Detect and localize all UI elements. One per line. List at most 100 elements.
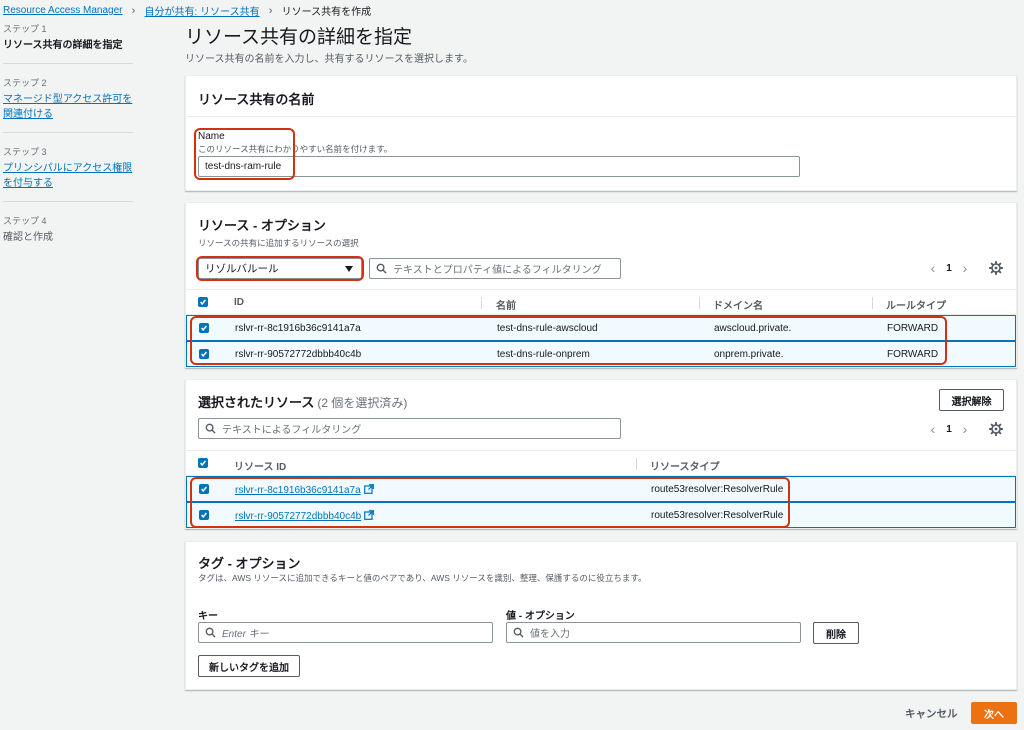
chevron-left-icon[interactable]: ‹ <box>926 421 940 437</box>
column-header-domain[interactable]: ドメイン名 <box>713 297 763 312</box>
row-checkbox[interactable] <box>199 510 209 520</box>
panel-title: リソース共有の名前 <box>198 92 315 107</box>
page-number[interactable]: 1 <box>942 263 956 274</box>
tag-value-placeholder: 値を入力 <box>530 629 570 640</box>
search-icon <box>205 627 216 638</box>
name-input[interactable]: test-dns-ram-rule <box>198 156 800 177</box>
divider <box>186 116 1016 117</box>
panel-subtitle: タグは、AWS リソースに追加できるキーと値のペアであり、AWS リソースを識別… <box>198 573 647 583</box>
table-row[interactable]: rslvr-rr-8c1916b36c9141a7a route53resolv… <box>186 476 1016 502</box>
breadcrumb-link-ram[interactable]: Resource Access Manager <box>3 5 123 16</box>
column-divider <box>481 297 482 309</box>
row-checkbox[interactable] <box>199 484 209 494</box>
column-header-resource-type[interactable]: リソースタイプ <box>650 458 720 473</box>
wizard-steps: ステップ 1 リソース共有の詳細を指定 ステップ 2 マネージド型アクセス許可を… <box>3 22 133 267</box>
external-link-icon <box>363 484 374 494</box>
remove-tag-button[interactable]: 削除 <box>813 622 859 644</box>
cell-name: test-dns-rule-awscloud <box>497 323 598 334</box>
wizard-step-4: ステップ 4 確認と作成 <box>3 214 133 255</box>
tag-key-placeholder: Enter キー <box>222 629 269 640</box>
cell-rule-type: FORWARD <box>887 323 939 334</box>
tag-value-input[interactable]: 値を入力 <box>506 622 801 643</box>
resource-link[interactable]: rslvr-rr-8c1916b36c9141a7a <box>235 485 361 496</box>
cell-rule-type: FORWARD <box>887 349 939 360</box>
panel-title: 選択されたリソース <box>198 395 315 410</box>
wizard-step-2: ステップ 2 マネージド型アクセス許可を関連付ける <box>3 76 133 133</box>
column-header-id[interactable]: ID <box>234 297 244 308</box>
filter-placeholder: テキストによるフィルタリング <box>222 425 362 436</box>
table-row[interactable]: rslvr-rr-90572772dbbb40c4b test-dns-rule… <box>186 341 1016 367</box>
name-input-value: test-dns-ram-rule <box>205 161 282 172</box>
deselect-button[interactable]: 選択解除 <box>939 389 1004 411</box>
selected-table-header: リソース ID リソースタイプ <box>186 450 1016 476</box>
cell-name: test-dns-rule-onprem <box>497 349 590 360</box>
gear-icon[interactable] <box>989 422 1003 436</box>
cell-id: rslvr-rr-90572772dbbb40c4b <box>235 349 362 360</box>
gear-icon[interactable] <box>989 261 1003 275</box>
breadcrumb-current: リソース共有を作成 <box>281 7 372 18</box>
cell-domain: onprem.private. <box>714 349 784 360</box>
name-panel: リソース共有の名前 Name このリソース共有にわかりやすい名前を付けます。 t… <box>185 75 1017 191</box>
step-number: ステップ 2 <box>3 78 47 88</box>
step-label-review: 確認と作成 <box>3 232 53 243</box>
page-description: リソース共有の名前を入力し、共有するリソースを選択します。 <box>185 54 473 65</box>
table-row[interactable]: rslvr-rr-90572772dbbb40c4b route53resolv… <box>186 502 1016 528</box>
column-divider <box>699 297 700 309</box>
tag-key-input[interactable]: Enter キー <box>198 622 493 643</box>
chevron-left-icon[interactable]: ‹ <box>926 260 940 276</box>
search-icon <box>205 423 216 434</box>
row-checkbox[interactable] <box>199 349 209 359</box>
tag-key-label: キー <box>198 611 218 622</box>
chevron-right-icon: › <box>268 4 273 17</box>
breadcrumb-link-shared-by-me[interactable]: 自分が共有: リソース共有 <box>145 3 260 18</box>
resource-filter-input[interactable]: テキストとプロパティ値によるフィルタリング <box>369 258 621 279</box>
column-divider <box>636 458 637 470</box>
wizard-step-3: ステップ 3 プリンシパルにアクセス権限を付与する <box>3 145 133 202</box>
pagination: ‹ 1 › <box>926 260 972 276</box>
name-field-hint: このリソース共有にわかりやすい名前を付けます。 <box>198 144 393 154</box>
column-header-name[interactable]: 名前 <box>496 297 516 312</box>
search-icon <box>376 263 387 274</box>
next-button[interactable]: 次へ <box>971 702 1017 724</box>
tags-panel: タグ - オプション タグは、AWS リソースに追加できるキーと値のペアであり、… <box>185 541 1017 690</box>
breadcrumb: Resource Access Manager › 自分が共有: リソース共有 … <box>3 3 372 19</box>
cell-id: rslvr-rr-8c1916b36c9141a7a <box>235 323 361 334</box>
chevron-right-icon[interactable]: › <box>958 260 972 276</box>
cell-resource-type: route53resolver:ResolverRule <box>651 510 784 521</box>
resource-type-select[interactable]: リゾルバルール <box>198 258 362 279</box>
chevron-right-icon: › <box>131 4 136 17</box>
selected-filter-input[interactable]: テキストによるフィルタリング <box>198 418 621 439</box>
tag-value-label: 値 - オプション <box>506 611 575 622</box>
table-row[interactable]: rslvr-rr-8c1916b36c9141a7a test-dns-rule… <box>186 315 1016 341</box>
step-link-permissions[interactable]: マネージド型アクセス許可を関連付ける <box>3 92 133 122</box>
step-number: ステップ 1 <box>3 24 47 34</box>
filter-placeholder: テキストとプロパティ値によるフィルタリング <box>393 265 602 276</box>
resources-table-header: ID 名前 ドメイン名 ルールタイプ <box>186 289 1016 315</box>
chevron-right-icon[interactable]: › <box>958 421 972 437</box>
row-checkbox[interactable] <box>199 323 209 333</box>
resources-panel: リソース - オプション リソースの共有に追加するリソースの選択 リゾルバルール… <box>185 202 1017 368</box>
column-header-resource-id[interactable]: リソース ID <box>234 458 286 473</box>
selected-count: (2 個を選択済み) <box>317 396 408 410</box>
selected-resources-panel: 選択されたリソース (2 個を選択済み) 選択解除 テキストによるフィルタリング… <box>185 379 1017 529</box>
wizard-step-1: ステップ 1 リソース共有の詳細を指定 <box>3 22 133 64</box>
external-link-icon <box>364 510 375 520</box>
page-number[interactable]: 1 <box>942 424 956 435</box>
resource-link[interactable]: rslvr-rr-90572772dbbb40c4b <box>235 511 361 522</box>
select-all-checkbox[interactable] <box>198 458 208 468</box>
column-header-rule-type[interactable]: ルールタイプ <box>886 297 946 312</box>
step-label-active: リソース共有の詳細を指定 <box>3 40 123 51</box>
panel-subtitle: リソースの共有に追加するリソースの選択 <box>198 238 359 248</box>
column-divider <box>872 297 873 309</box>
step-link-principals[interactable]: プリンシパルにアクセス権限を付与する <box>3 161 133 191</box>
cancel-button[interactable]: キャンセル <box>905 706 958 721</box>
resource-type-selected: リゾルバルール <box>205 263 279 275</box>
panel-title: リソース - オプション <box>198 218 326 233</box>
page-title: リソース共有の詳細を指定 <box>185 27 413 48</box>
add-tag-button[interactable]: 新しいタグを追加 <box>198 655 300 677</box>
select-all-checkbox[interactable] <box>198 297 208 307</box>
step-number: ステップ 4 <box>3 216 47 226</box>
search-icon <box>513 627 524 638</box>
cell-resource-id: rslvr-rr-8c1916b36c9141a7a <box>235 484 374 496</box>
name-field-label: Name <box>198 131 225 142</box>
